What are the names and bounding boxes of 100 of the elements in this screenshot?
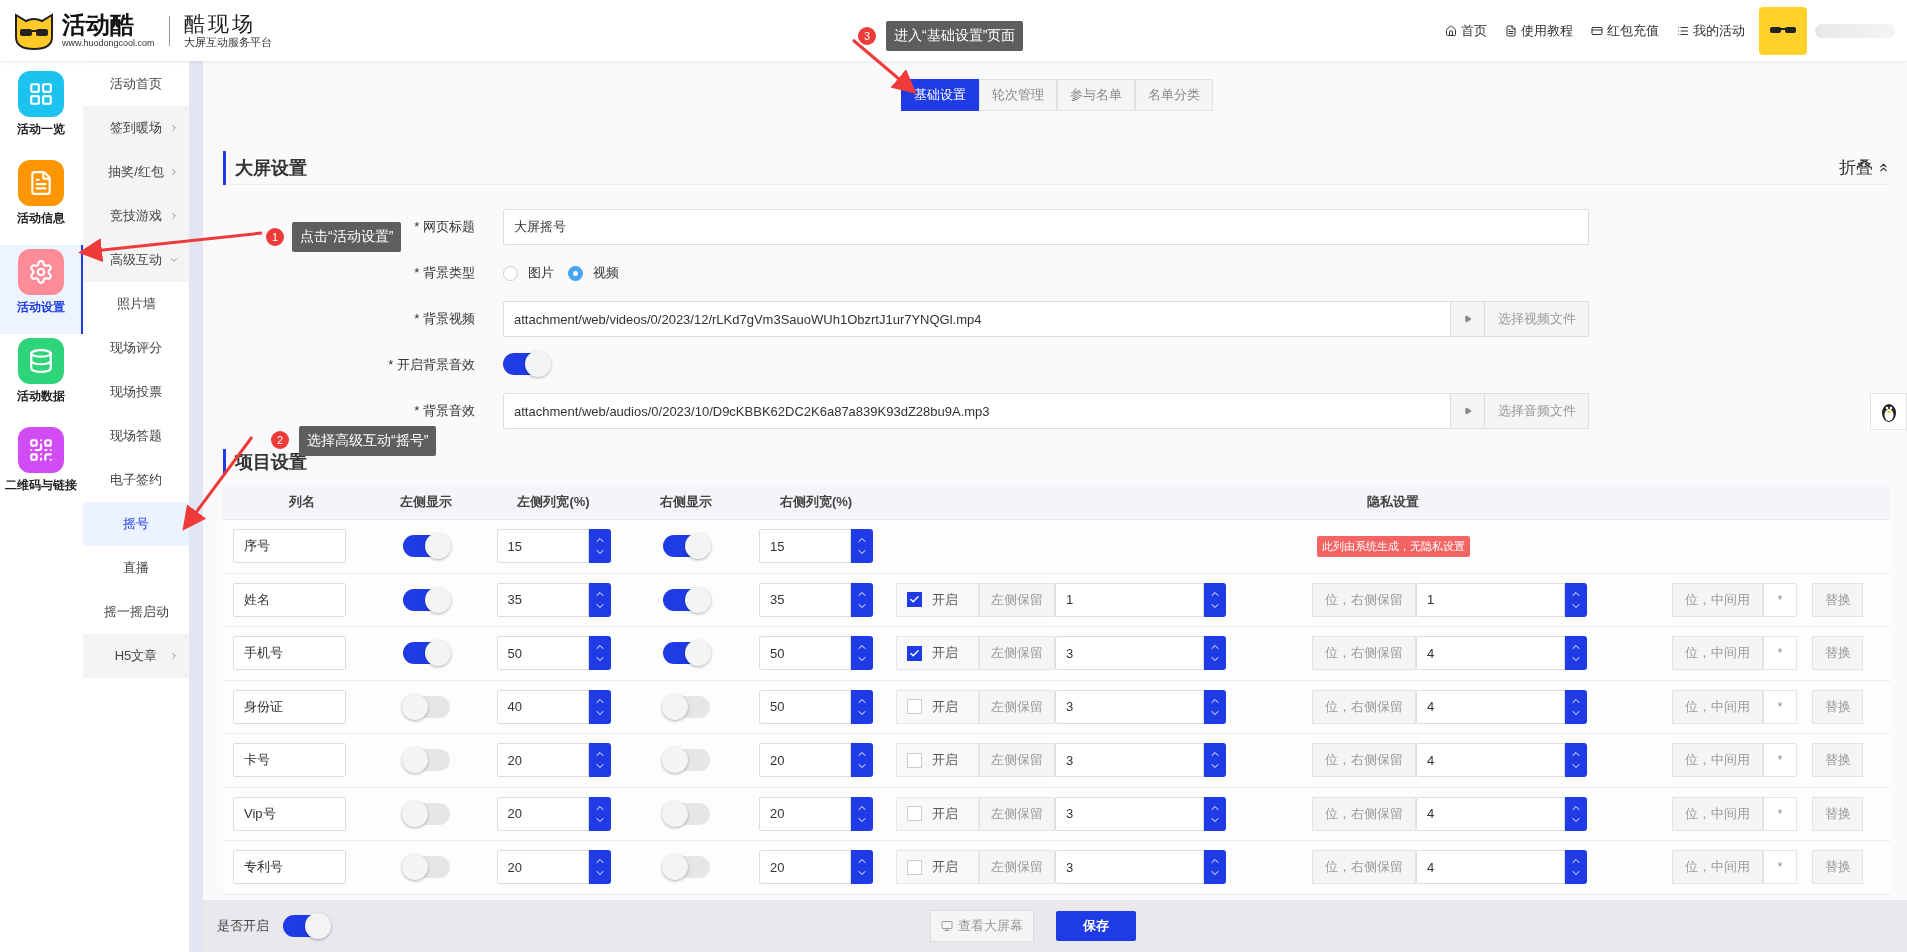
toggle-switch[interactable] xyxy=(402,642,450,665)
number-input[interactable]: 20 xyxy=(759,796,851,831)
number-input[interactable]: 35 xyxy=(496,582,589,617)
stepper-arrows[interactable] xyxy=(851,529,873,564)
toggle-switch[interactable] xyxy=(662,802,710,825)
number-input[interactable]: 20 xyxy=(496,743,589,778)
text-input[interactable]: 大屏摇号 xyxy=(503,209,1589,245)
stepper-arrows[interactable] xyxy=(1204,582,1226,617)
stepper-arrows[interactable] xyxy=(588,529,611,564)
toggle-switch[interactable] xyxy=(662,856,710,879)
file-path-input[interactable]: attachment/web/videos/0/2023/12/rLKd7gVm3SauoWUh1ObzrtJ1ur7YNQGl.mp4 xyxy=(503,301,1451,337)
menu-item[interactable]: 直播 xyxy=(83,546,189,590)
name-input[interactable]: 姓名 xyxy=(233,582,346,617)
nav-link[interactable]: 使用教程 xyxy=(1505,21,1573,40)
number-input[interactable]: 15 xyxy=(496,529,589,564)
radio-option[interactable]: 图片 xyxy=(503,264,554,282)
name-input[interactable]: 卡号 xyxy=(233,743,346,778)
stepper-arrows[interactable] xyxy=(1565,743,1587,778)
number-input[interactable]: 4 xyxy=(1416,850,1565,885)
stepper-arrows[interactable] xyxy=(588,636,611,671)
name-input[interactable]: 专利号 xyxy=(233,850,346,885)
stepper-arrows[interactable] xyxy=(588,796,611,831)
number-input[interactable]: 3 xyxy=(1055,689,1204,724)
toggle-switch[interactable] xyxy=(503,352,550,375)
enable-checkbox[interactable]: 开启 xyxy=(896,636,979,671)
stepper-arrows[interactable] xyxy=(1565,796,1587,831)
menu-item[interactable]: 现场投票 xyxy=(83,370,189,414)
stepper-arrows[interactable] xyxy=(851,636,873,671)
menu-item[interactable]: 摇号 xyxy=(83,502,189,546)
number-input[interactable]: 3 xyxy=(1055,796,1204,831)
stepper-arrows[interactable] xyxy=(851,796,873,831)
mask-char-input[interactable]: * xyxy=(1763,636,1797,671)
mask-char-input[interactable]: * xyxy=(1763,796,1797,831)
stepper-arrows[interactable] xyxy=(1565,582,1587,617)
stepper-arrows[interactable] xyxy=(588,850,611,885)
number-input[interactable]: 20 xyxy=(759,850,851,885)
menu-item[interactable]: 活动首页 xyxy=(83,62,189,106)
number-input[interactable]: 3 xyxy=(1055,850,1204,885)
stepper-arrows[interactable] xyxy=(851,743,873,778)
toggle-switch[interactable] xyxy=(402,802,450,825)
toggle-switch[interactable] xyxy=(662,749,710,772)
collapse-button[interactable]: 折叠 xyxy=(1839,156,1890,179)
menu-item[interactable]: 现场答题 xyxy=(83,414,189,458)
sidebar-item[interactable]: 活动信息 xyxy=(0,156,83,245)
stepper-arrows[interactable] xyxy=(1204,743,1226,778)
toggle-switch[interactable] xyxy=(402,695,450,718)
enable-checkbox[interactable]: 开启 xyxy=(896,582,979,617)
stepper-arrows[interactable] xyxy=(851,582,873,617)
stepper-arrows[interactable] xyxy=(1565,636,1587,671)
stepper-arrows[interactable] xyxy=(1565,850,1587,885)
sidebar-item[interactable]: 活动设置 xyxy=(0,245,83,334)
save-button[interactable]: 保存 xyxy=(1055,911,1136,941)
stepper-arrows[interactable] xyxy=(588,582,611,617)
stepper-arrows[interactable] xyxy=(1204,796,1226,831)
sidebar-item[interactable]: 活动一览 xyxy=(0,67,83,156)
chat-button[interactable] xyxy=(1870,393,1907,430)
number-input[interactable]: 20 xyxy=(759,743,851,778)
number-input[interactable]: 4 xyxy=(1416,636,1565,671)
enable-checkbox[interactable]: 开启 xyxy=(896,850,979,885)
nav-link[interactable]: 我的活动 xyxy=(1677,21,1745,40)
enable-checkbox[interactable]: 开启 xyxy=(896,796,979,831)
enable-checkbox[interactable]: 开启 xyxy=(896,743,979,778)
menu-item[interactable]: 摇一摇启动 xyxy=(83,590,189,634)
toggle-switch[interactable] xyxy=(662,695,710,718)
enable-checkbox[interactable]: 开启 xyxy=(896,689,979,724)
name-input[interactable]: 手机号 xyxy=(233,636,346,671)
nav-link[interactable]: 红包充值 xyxy=(1591,21,1659,40)
mask-char-input[interactable]: * xyxy=(1763,582,1797,617)
number-input[interactable]: 20 xyxy=(496,796,589,831)
name-input[interactable]: Vip号 xyxy=(233,796,346,831)
toggle-switch[interactable] xyxy=(662,535,710,558)
number-input[interactable]: 40 xyxy=(496,689,589,724)
file-path-input[interactable]: attachment/web/audios/0/2023/10/D9cKBBK62DC2K6a87a839K93dZ28bu9A.mp3 xyxy=(503,393,1451,429)
toggle-switch[interactable] xyxy=(402,535,450,558)
stepper-arrows[interactable] xyxy=(1565,689,1587,724)
toggle-switch[interactable] xyxy=(283,915,330,937)
mask-char-input[interactable]: * xyxy=(1763,850,1797,885)
toggle-switch[interactable] xyxy=(402,588,450,611)
stepper-arrows[interactable] xyxy=(1204,636,1226,671)
number-input[interactable]: 4 xyxy=(1416,689,1565,724)
menu-item[interactable]: 电子签约 xyxy=(83,458,189,502)
toggle-switch[interactable] xyxy=(402,856,450,879)
number-input[interactable]: 35 xyxy=(759,582,851,617)
menu-item[interactable]: 现场评分 xyxy=(83,326,189,370)
menu-item[interactable]: 照片墙 xyxy=(83,282,189,326)
name-input[interactable]: 身份证 xyxy=(233,689,346,724)
stepper-arrows[interactable] xyxy=(851,850,873,885)
stepper-arrows[interactable] xyxy=(1204,689,1226,724)
stepper-arrows[interactable] xyxy=(588,689,611,724)
stepper-arrows[interactable] xyxy=(588,743,611,778)
stepper-arrows[interactable] xyxy=(851,689,873,724)
tab[interactable]: 名单分类 xyxy=(1134,79,1213,111)
mask-char-input[interactable]: * xyxy=(1763,743,1797,778)
radio-option[interactable]: 视频 xyxy=(568,264,619,282)
number-input[interactable]: 15 xyxy=(759,529,851,564)
number-input[interactable]: 3 xyxy=(1055,743,1204,778)
number-input[interactable]: 50 xyxy=(496,636,589,671)
number-input[interactable]: 3 xyxy=(1055,636,1204,671)
name-input[interactable]: 序号 xyxy=(233,529,346,564)
toggle-switch[interactable] xyxy=(402,749,450,772)
